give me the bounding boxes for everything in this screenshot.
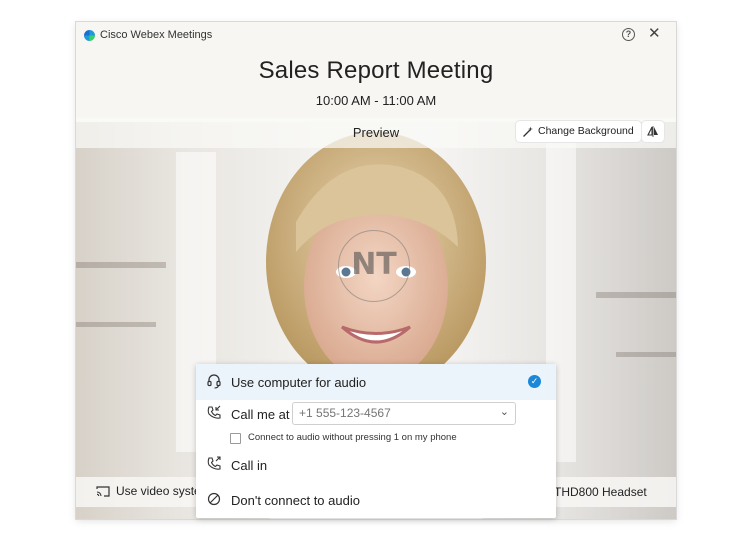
change-background-label: Change Background <box>538 125 634 137</box>
option-dont-connect-audio[interactable]: Don't connect to audio <box>196 486 556 516</box>
phone-number-input[interactable] <box>299 406 479 420</box>
audio-connection-menu: Use computer for audio ✓ Call me at ⌄ Co… <box>196 364 556 518</box>
auto-connect-checkbox[interactable] <box>230 433 241 444</box>
option-label: Call me at <box>231 407 290 422</box>
meeting-time: 10:00 AM - 11:00 AM <box>315 93 437 108</box>
use-video-system-button[interactable]: Use video syste <box>96 484 201 498</box>
app-title: Cisco Webex Meetings <box>100 29 213 41</box>
title-bar: Cisco Webex Meetings ? ✕ <box>76 22 676 50</box>
option-use-computer-audio[interactable]: Use computer for audio ✓ <box>196 364 556 400</box>
headset-icon <box>207 374 221 389</box>
close-icon[interactable]: ✕ <box>648 26 661 42</box>
use-video-system-label: Use video syste <box>116 484 201 498</box>
option-call-in[interactable]: Call in <box>196 452 556 480</box>
phone-outgoing-icon <box>207 456 221 470</box>
mirror-icon <box>647 126 658 137</box>
no-audio-icon <box>207 492 221 506</box>
selected-check-icon: ✓ <box>528 375 541 388</box>
meeting-title: Sales Report Meeting <box>258 57 494 84</box>
option-label: Use computer for audio <box>231 375 367 390</box>
audio-device-label[interactable]: THD800 Headset <box>554 485 647 499</box>
mirror-video-button[interactable] <box>642 121 664 142</box>
webex-logo-icon <box>84 30 95 41</box>
help-icon[interactable]: ? <box>622 28 635 41</box>
watermark-logo: NT <box>338 230 410 302</box>
chevron-down-icon[interactable]: ⌄ <box>500 405 509 418</box>
magic-wand-icon <box>523 126 533 137</box>
cast-icon <box>96 485 110 497</box>
auto-connect-label: Connect to audio without pressing 1 on m… <box>248 432 457 443</box>
option-label: Call in <box>231 458 268 473</box>
phone-number-field[interactable]: ⌄ <box>292 402 516 425</box>
option-label: Don't connect to audio <box>231 493 360 508</box>
phone-incoming-icon <box>207 405 221 419</box>
preview-bar: Preview Change Background <box>76 118 676 148</box>
change-background-button[interactable]: Change Background <box>516 121 641 142</box>
